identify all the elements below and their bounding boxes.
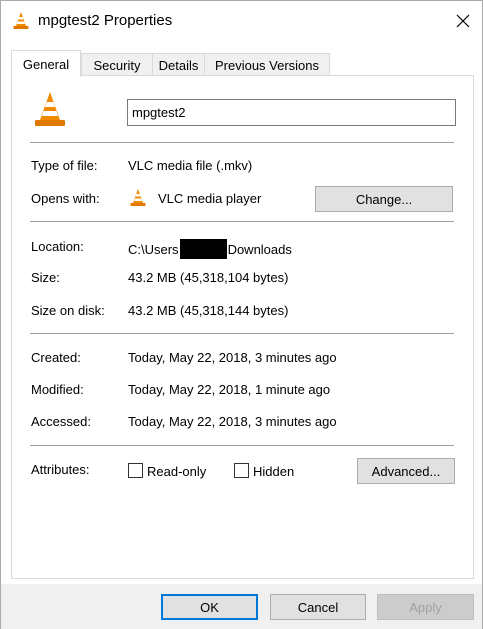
type-of-file-value: VLC media file (.mkv) — [128, 158, 253, 173]
modified-value: Today, May 22, 2018, 1 minute ago — [128, 382, 331, 397]
advanced-button[interactable]: Advanced... — [357, 458, 455, 484]
tab-general[interactable]: General — [11, 50, 81, 77]
attributes-label: Attributes: — [31, 462, 90, 477]
size-value: 43.2 MB (45,318,104 bytes) — [128, 270, 289, 285]
hidden-checkbox[interactable] — [234, 463, 249, 478]
advanced-button-label: Advanced... — [371, 463, 441, 479]
vlc-cone-icon — [35, 92, 65, 126]
size-on-disk-label: Size on disk: — [31, 303, 105, 318]
opens-with-value: VLC media player — [158, 191, 262, 206]
tab-label: Security — [93, 57, 141, 73]
close-button[interactable] — [448, 7, 478, 35]
separator — [30, 142, 454, 143]
accessed-value: Today, May 22, 2018, 3 minutes ago — [128, 414, 337, 429]
opens-with-label: Opens with: — [31, 191, 100, 206]
created-value: Today, May 22, 2018, 3 minutes ago — [128, 350, 337, 365]
hidden-label[interactable]: Hidden — [253, 464, 294, 479]
separator — [30, 221, 454, 222]
file-name-input[interactable] — [127, 99, 456, 126]
ok-button-label: OK — [200, 599, 219, 615]
general-panel — [11, 75, 474, 579]
location-label: Location: — [31, 239, 84, 254]
cancel-button-label: Cancel — [297, 599, 339, 615]
location-suffix: Downloads — [227, 242, 292, 257]
vlc-cone-icon — [13, 12, 29, 29]
properties-dialog: mpgtest2 Properties General Security Det… — [0, 0, 483, 629]
created-label: Created: — [31, 350, 81, 365]
location-value: C:\Users Downloads — [128, 239, 292, 259]
vlc-cone-icon — [130, 189, 146, 206]
size-on-disk-value: 43.2 MB (45,318,144 bytes) — [128, 303, 289, 318]
tab-label: Previous Versions — [214, 57, 320, 73]
redaction-box — [179, 239, 227, 259]
read-only-checkbox[interactable] — [128, 463, 143, 478]
apply-button[interactable]: Apply — [377, 594, 474, 620]
tab-label: General — [22, 56, 70, 72]
close-icon — [456, 14, 470, 28]
tab-details[interactable]: Details — [152, 53, 205, 76]
separator — [30, 333, 454, 334]
size-label: Size: — [31, 270, 60, 285]
tab-previous-versions[interactable]: Previous Versions — [204, 53, 330, 76]
accessed-label: Accessed: — [31, 414, 91, 429]
type-of-file-label: Type of file: — [31, 158, 98, 173]
apply-button-label: Apply — [409, 599, 442, 615]
title-bar[interactable]: mpgtest2 Properties — [1, 1, 482, 41]
separator — [30, 445, 454, 446]
change-button[interactable]: Change... — [315, 186, 453, 212]
location-prefix: C:\Users — [128, 242, 179, 257]
modified-label: Modified: — [31, 382, 84, 397]
window-title: mpgtest2 Properties — [38, 12, 173, 29]
cancel-button[interactable]: Cancel — [270, 594, 366, 620]
tab-security[interactable]: Security — [81, 53, 153, 76]
ok-button[interactable]: OK — [161, 594, 258, 620]
change-button-label: Change... — [355, 191, 413, 207]
read-only-label[interactable]: Read-only — [147, 464, 206, 479]
tab-label: Details — [158, 57, 199, 73]
